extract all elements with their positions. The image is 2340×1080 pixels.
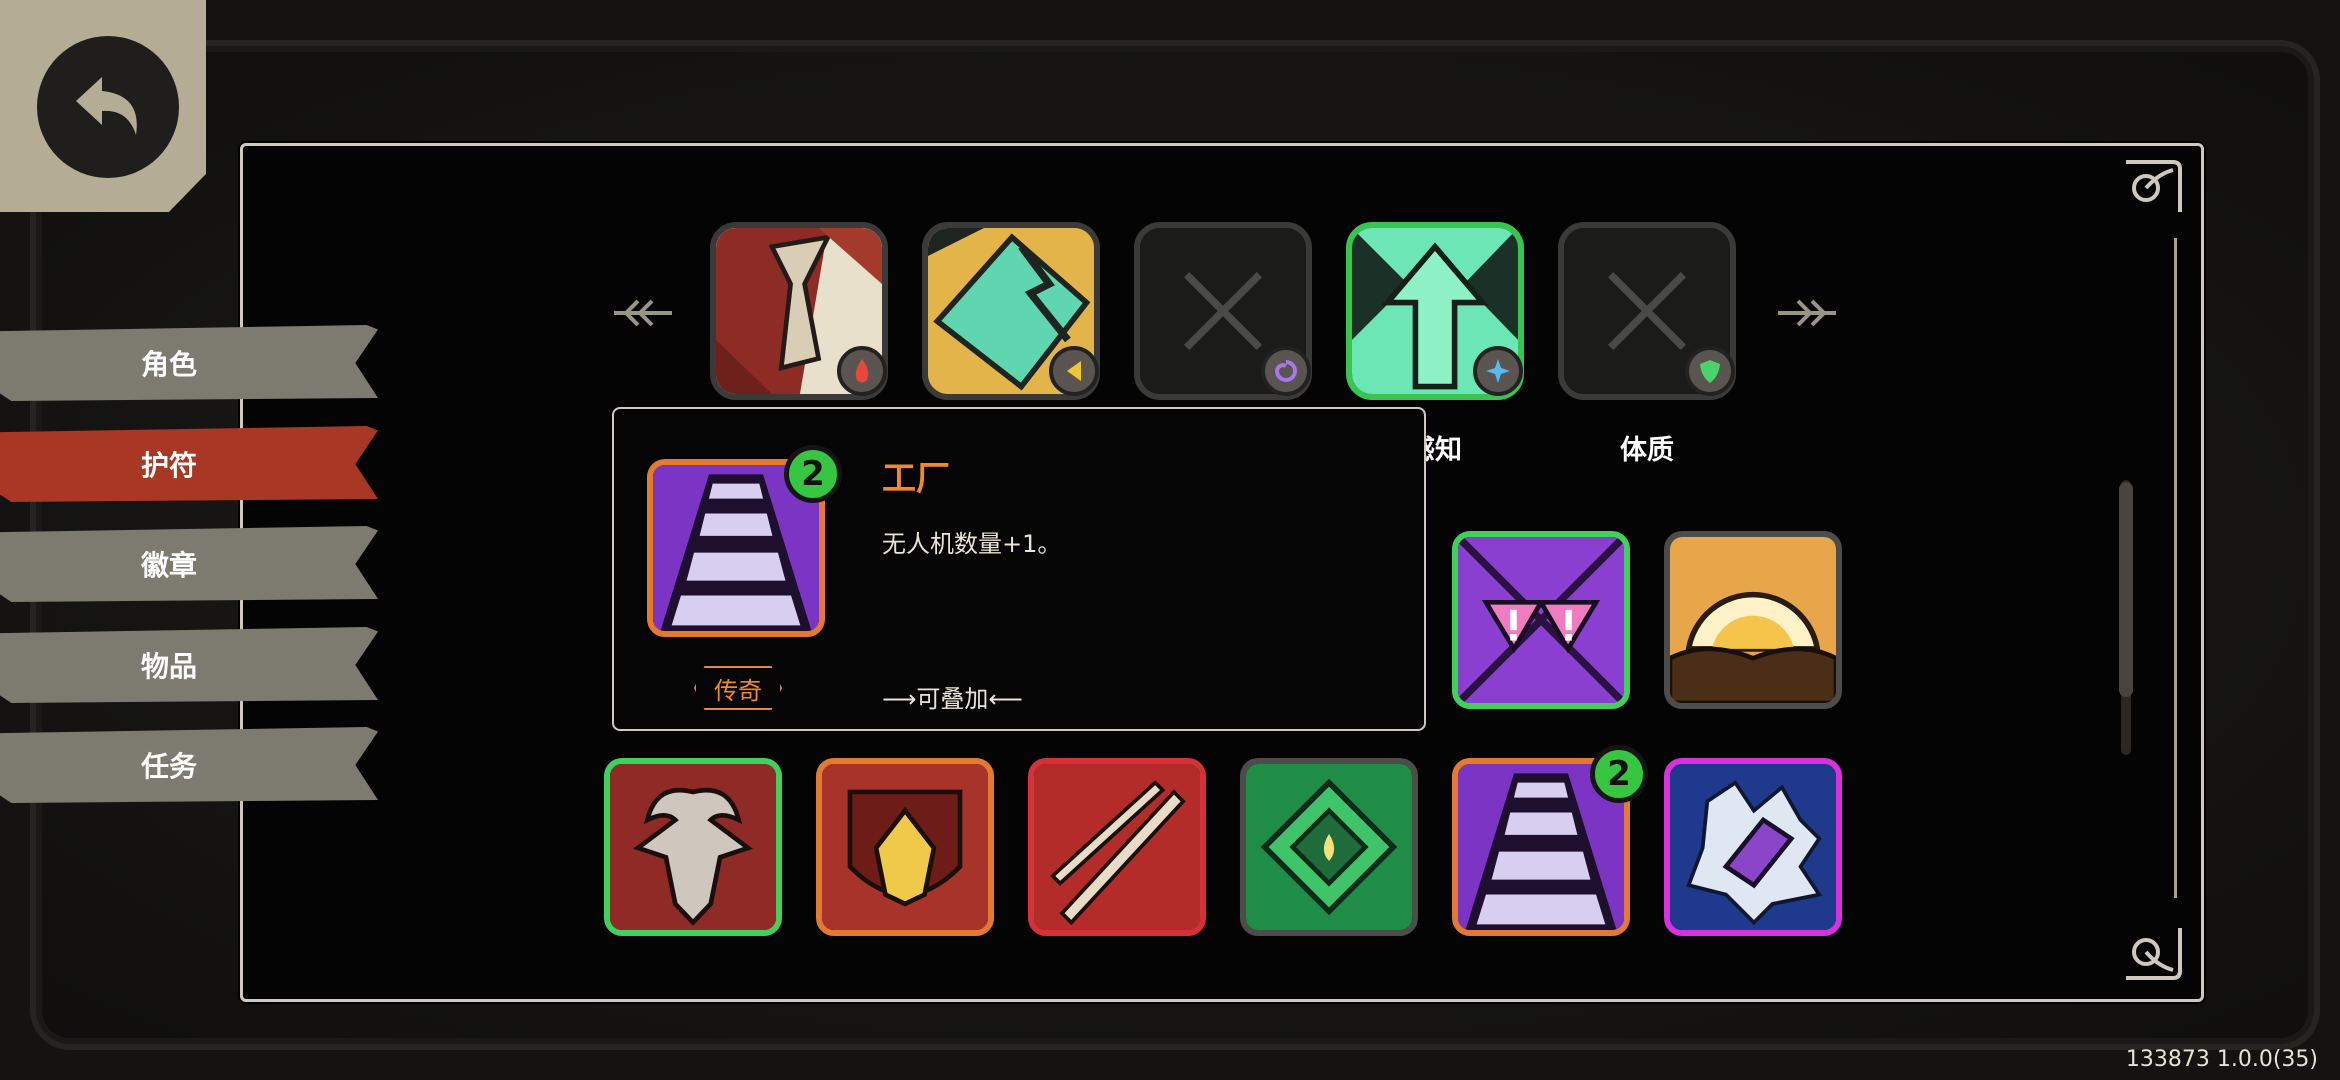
sunrise-amulet[interactable]: [1664, 531, 1842, 709]
claw-amulet[interactable]: [1028, 758, 1206, 936]
warning-amulet-art: [1458, 537, 1624, 703]
tab-label: 护符: [140, 449, 197, 482]
prev-arrow-icon[interactable]: [608, 293, 678, 333]
corner-ornament-icon: [2126, 928, 2182, 980]
count-badge: 2: [1590, 745, 1648, 803]
flame-icon: [837, 346, 887, 396]
demon-amulet[interactable]: [604, 758, 782, 936]
amulet-description: 无人机数量+1。: [882, 530, 1062, 558]
tab-amulet[interactable]: 护符: [0, 426, 378, 502]
diamond-amulet[interactable]: [1240, 758, 1418, 936]
tab-label: 物品: [140, 650, 197, 683]
sunrise-amulet-art: [1670, 537, 1836, 703]
scrollbar-thumb[interactable]: [2119, 482, 2133, 697]
diamond-amulet-art: [1246, 764, 1412, 930]
amulet-title: 工厂: [882, 459, 950, 499]
swirl-icon: [1261, 346, 1311, 396]
rarity-badge: 传奇: [694, 666, 782, 710]
tab-items[interactable]: 物品: [0, 627, 378, 703]
claw-amulet-art: [1034, 764, 1200, 930]
helmet-amulet[interactable]: [816, 758, 994, 936]
tab-label: 任务: [140, 750, 197, 783]
tooltip-count-badge: 2: [784, 445, 842, 503]
battery-amulet-art: [1670, 764, 1836, 930]
amulet-tooltip: 2 传奇 工厂 无人机数量+1。 ⟶可叠加⟵: [612, 407, 1426, 731]
tab-label: 角色: [140, 348, 197, 381]
corner-ornament-icon: [2126, 160, 2182, 212]
version-label: 133873 1.0.0(35): [2125, 1047, 2318, 1072]
tab-badge[interactable]: 徽章: [0, 526, 378, 602]
lightning-icon: [1049, 346, 1099, 396]
tab-label: 徽章: [140, 549, 197, 582]
shield-icon: [1685, 346, 1735, 396]
helmet-amulet-art: [822, 764, 988, 930]
back-arrow-icon: [37, 36, 179, 178]
back-button[interactable]: [0, 0, 206, 212]
stat-label-constitution: 体质: [1620, 435, 1674, 466]
panel-edge-line: [2174, 238, 2177, 898]
demon-amulet-art: [610, 764, 776, 930]
next-arrow-icon[interactable]: [1772, 293, 1842, 333]
tab-character[interactable]: 角色: [0, 325, 378, 401]
warning-amulet[interactable]: [1452, 531, 1630, 709]
star-icon: [1473, 346, 1523, 396]
tab-quests[interactable]: 任务: [0, 727, 378, 803]
battery-amulet[interactable]: [1664, 758, 1842, 936]
stackable-label: ⟶可叠加⟵: [882, 685, 1023, 713]
